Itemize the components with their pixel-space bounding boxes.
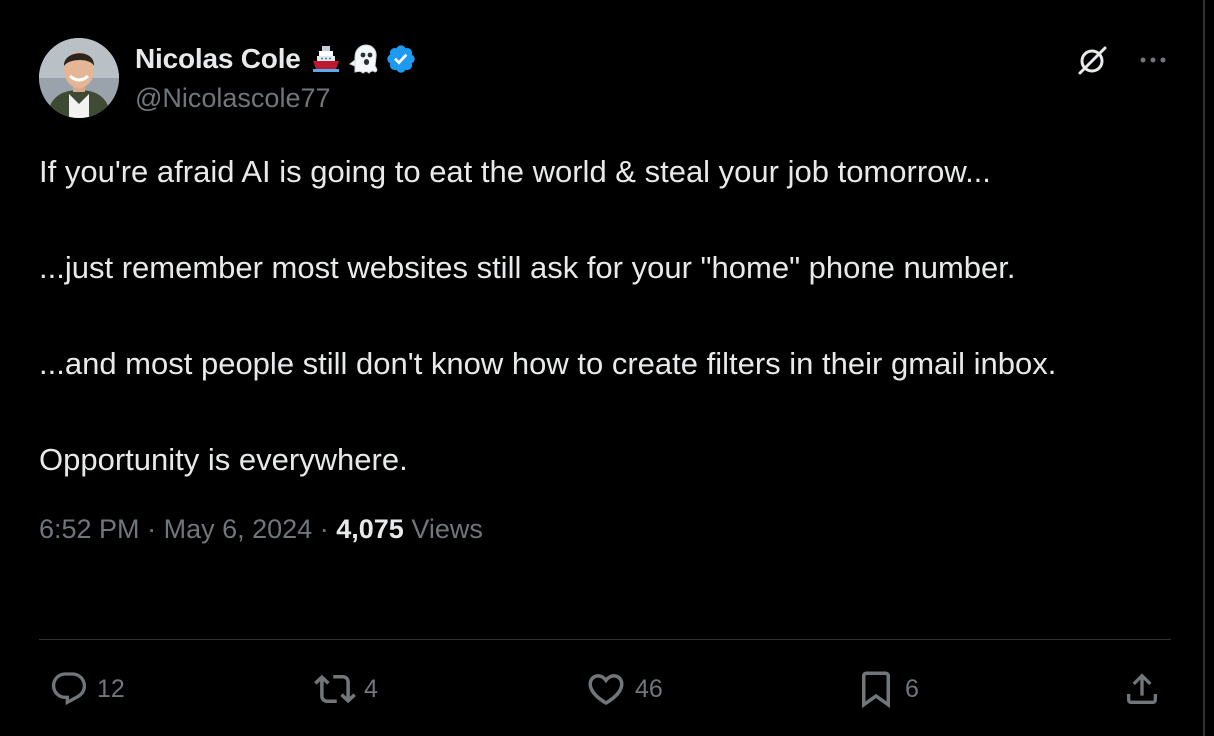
meta-separator: · [147,514,157,544]
avatar[interactable] [39,38,119,118]
tweet-paragraph: ...and most people still don't know how … [39,346,1057,381]
tweet-meta: 6:52 PM · May 6, 2024 · 4,075 Views [39,512,1171,546]
bookmark-button[interactable]: 6 [855,664,919,714]
like-icon [585,668,627,710]
repost-button[interactable]: 4 [314,664,378,714]
ship-emoji [309,42,343,76]
tweet-card: Nicolas Cole @Nicolascole77 If you're af… [39,38,1171,546]
grok-icon[interactable] [1075,42,1111,78]
reply-button[interactable]: 12 [49,664,125,714]
divider [39,639,1171,640]
reply-icon [49,669,89,709]
meta-separator: · [319,514,329,544]
top-actions [1075,42,1171,78]
name-line: Nicolas Cole [135,40,417,78]
like-count: 46 [635,674,663,703]
tweet-text: If you're afraid AI is going to eat the … [39,148,1149,484]
bookmark-count: 6 [905,674,919,703]
tweet-time[interactable]: 6:52 PM [39,514,140,544]
action-bar: 12 4 46 6 [39,664,1171,714]
like-button[interactable]: 46 [585,664,663,714]
views-label: Views [411,514,483,544]
verified-badge-icon [385,43,417,75]
display-name[interactable]: Nicolas Cole [135,43,301,75]
repost-count: 4 [364,674,378,703]
views-count: 4,075 [336,514,404,544]
tweet-header: Nicolas Cole @Nicolascole77 [39,38,1171,118]
handle[interactable]: @Nicolascole77 [135,82,417,114]
reply-count: 12 [97,674,125,703]
share-button[interactable] [1122,664,1162,714]
tweet-paragraph: ...just remember most websites still ask… [39,250,1016,285]
more-icon[interactable] [1135,42,1171,78]
repost-icon [314,668,356,710]
tweet-paragraph: If you're afraid AI is going to eat the … [39,154,991,189]
ghost-emoji [347,42,381,76]
author-block: Nicolas Cole @Nicolascole77 [135,40,417,114]
bookmark-icon [855,668,897,710]
right-border [1203,0,1205,736]
tweet-date[interactable]: May 6, 2024 [164,514,313,544]
share-icon [1122,669,1162,709]
tweet-paragraph: Opportunity is everywhere. [39,442,408,477]
